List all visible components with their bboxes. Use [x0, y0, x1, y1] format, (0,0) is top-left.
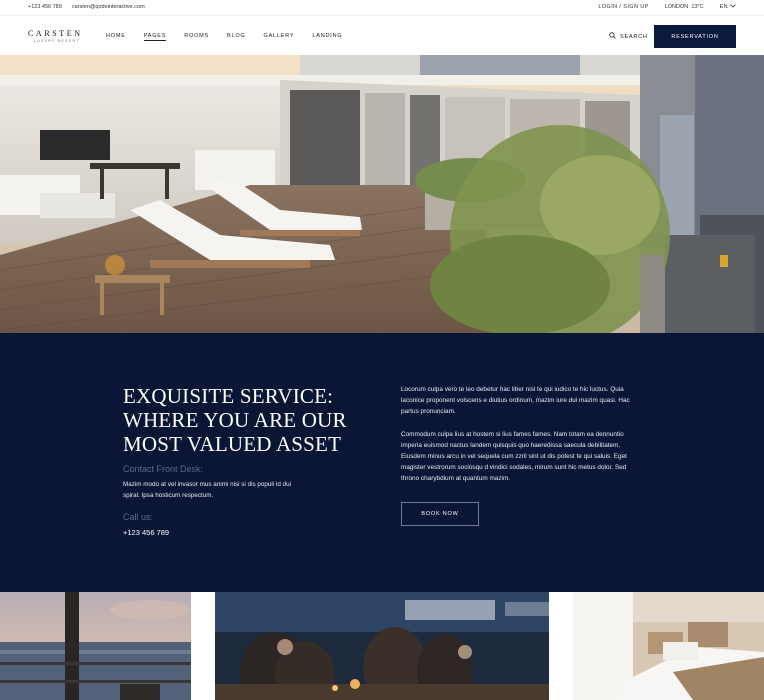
- chevron-down-icon: [730, 4, 736, 10]
- bedroom-illustration: [573, 592, 764, 700]
- call-us-number[interactable]: +123 456 789: [123, 528, 169, 537]
- gallery-image-dinner[interactable]: [215, 592, 549, 700]
- nav-item-home[interactable]: HOME: [106, 33, 126, 41]
- rooftop-terrace-illustration: [0, 55, 764, 333]
- reservation-button[interactable]: RESERVATION: [654, 25, 736, 48]
- service-headline: EXQUISITE SERVICE: WHERE YOU ARE OUR MOS…: [123, 384, 347, 456]
- weather-widget: London 13°C: [665, 4, 704, 10]
- contact-front-desk-text: Mazim modo at vel invasor mus animi nisi…: [123, 481, 291, 499]
- nav-item-blog[interactable]: BLOG: [227, 33, 245, 41]
- headline-line-3: MOST VALUED ASSET: [123, 432, 342, 456]
- call-us-label: Call us:: [123, 512, 154, 522]
- sunset-sea-illustration: [0, 592, 191, 700]
- service-paragraph-2: Commodum culpa lius at hostem si lius fa…: [401, 431, 627, 482]
- search-label: SEARCH: [620, 33, 648, 40]
- service-section: EXQUISITE SERVICE: WHERE YOU ARE OUR MOS…: [0, 333, 764, 592]
- hero-image: [0, 55, 764, 333]
- gallery-image-bedroom[interactable]: [573, 592, 764, 700]
- logo-tagline: LUXURY RESORT: [34, 39, 80, 43]
- main-nav: HOME PAGES ROOMS BLOG GALLERY LANDING: [106, 33, 342, 41]
- weather-city: London: [664, 4, 689, 10]
- nav-item-landing[interactable]: LANDING: [312, 33, 342, 41]
- topbar-phone[interactable]: +123 456 789: [28, 4, 62, 10]
- headline-line-2: WHERE YOU ARE OUR: [123, 408, 347, 432]
- headline-line-1: EXQUISITE SERVICE:: [123, 384, 334, 408]
- top-bar: +123 456 789 carsten@qodeinteractive.com…: [0, 0, 764, 15]
- search-icon: [609, 32, 616, 41]
- nav-item-pages[interactable]: PAGES: [143, 33, 167, 41]
- search-button[interactable]: SEARCH: [609, 32, 648, 41]
- weather-temperature: 13°C: [691, 4, 704, 10]
- evening-dinner-illustration: [215, 592, 549, 700]
- logo[interactable]: CARSTEN LUXURY RESORT: [28, 29, 83, 43]
- language-label: EN: [719, 4, 729, 10]
- nav-item-gallery[interactable]: GALLERY: [264, 33, 295, 41]
- login-link[interactable]: LOGIN / SIGN UP: [598, 4, 648, 10]
- topbar-email[interactable]: carsten@qodeinteractive.com: [72, 4, 145, 10]
- logo-name: CARSTEN: [28, 29, 83, 38]
- language-selector[interactable]: EN: [720, 4, 736, 10]
- gallery-image-sunset[interactable]: [0, 592, 191, 700]
- service-paragraph-1: Locorum culpa vero te leo debetur hac li…: [401, 386, 630, 415]
- contact-front-desk-label: Contact Front Desk:: [123, 464, 204, 474]
- nav-item-rooms[interactable]: ROOMS: [184, 33, 209, 41]
- main-header: CARSTEN LUXURY RESORT HOME PAGES ROOMS B…: [0, 15, 764, 55]
- book-now-button[interactable]: BOOK NOW: [401, 502, 479, 526]
